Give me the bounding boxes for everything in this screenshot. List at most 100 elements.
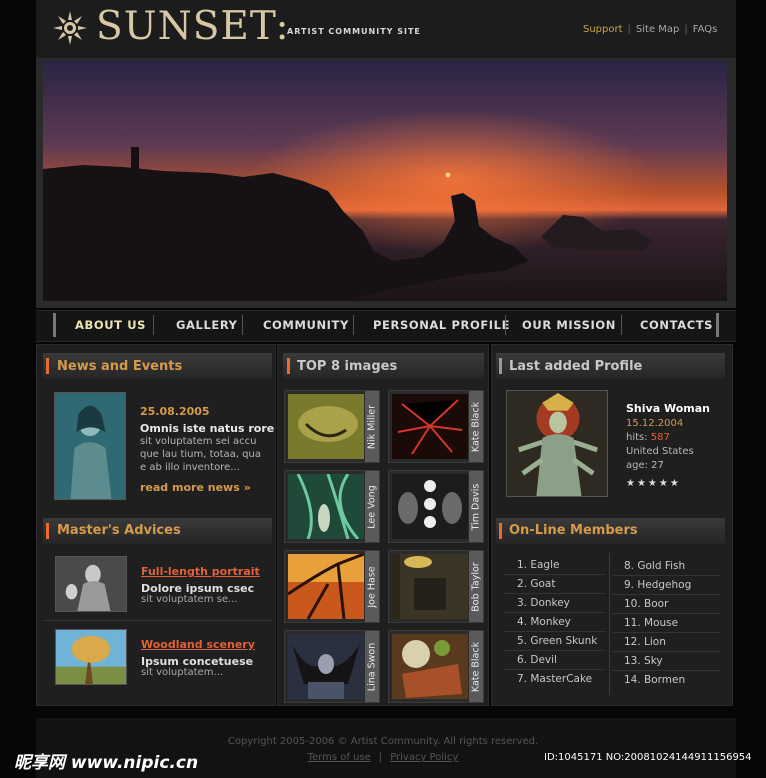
top-image-card[interactable]: Kate Black — [388, 390, 484, 463]
member-item[interactable]: 5. Green Skunk — [504, 632, 606, 651]
member-item[interactable]: 7. MasterCake — [504, 670, 606, 689]
news-title: News and Events — [57, 359, 183, 374]
top-image — [288, 554, 364, 619]
section-marker — [46, 523, 49, 539]
top-image — [288, 474, 364, 539]
advice-image-portrait[interactable] — [55, 556, 127, 612]
member-item[interactable]: 10. Boor — [612, 595, 720, 614]
copyright-text: Copyright 2005-2006 © Artist Community. … — [227, 736, 539, 747]
sun-logo-icon — [53, 11, 87, 45]
advices-title: Master's Advices — [57, 523, 181, 538]
profile-title: Last added Profile — [509, 359, 643, 374]
top-image — [288, 634, 364, 699]
site-tagline: ARTIST COMMUNITY SITE — [287, 27, 421, 36]
nav-gallery[interactable]: GALLERY — [176, 318, 238, 332]
nav-divider — [353, 315, 354, 335]
top-image — [288, 394, 364, 459]
profile-hits-value: 587 — [650, 432, 670, 443]
member-item[interactable]: 3. Donkey — [504, 594, 606, 613]
nav-about-us[interactable]: ABOUT US — [75, 318, 146, 332]
news-body-line: que lau tium, totaa, qua — [140, 449, 261, 460]
profile-date: 15.12.2004 — [626, 418, 684, 429]
top-images-title: TOP 8 images — [297, 359, 398, 374]
member-item[interactable]: 4. Monkey — [504, 613, 606, 632]
artist-name: Tim Davis — [470, 483, 482, 530]
watermark-right: ID:1045171 NO:20081024144911156954 — [544, 752, 752, 763]
news-body-line: sit voluptatem sei accu — [140, 436, 257, 447]
artist-name: Kate Black — [470, 641, 482, 692]
member-item[interactable]: 1. Eagle — [504, 556, 606, 575]
terms-of-use-link[interactable]: Terms of use — [308, 752, 371, 763]
news-headline[interactable]: Omnis iste natus rore — [140, 422, 274, 435]
members-title: On-Line Members — [509, 523, 638, 538]
top-links: Support | Site Map | FAQs — [583, 24, 718, 35]
watermark-left: 昵享网 www.nipic.cn — [14, 753, 199, 773]
advice-body: sit voluptatem... — [141, 667, 223, 678]
top-image — [392, 474, 468, 539]
nav-contacts[interactable]: CONTACTS — [640, 318, 713, 332]
divider — [43, 620, 272, 621]
nav-bar-right — [716, 313, 719, 337]
top-image-card[interactable]: Lina Swon — [284, 630, 380, 703]
member-item[interactable]: 9. Hedgehog — [612, 576, 720, 595]
read-more-news-link[interactable]: read more news » — [140, 481, 251, 494]
top-image-card[interactable]: Kate Black — [388, 630, 484, 703]
top-image — [392, 394, 468, 459]
member-item[interactable]: 8. Gold Fish — [612, 557, 720, 576]
artist-name: Joe Hase — [366, 565, 378, 608]
profile-hits-label: hits: — [626, 432, 651, 443]
top-image-card[interactable]: Lee Vong — [284, 470, 380, 543]
section-marker — [46, 358, 49, 374]
section-marker — [499, 523, 502, 539]
nav-bar-left — [53, 313, 56, 337]
nav-divider — [153, 315, 154, 335]
sunset-hero-image — [43, 61, 727, 301]
top-image-card[interactable]: Tim Davis — [388, 470, 484, 543]
news-body-line: e ab illo inventore... — [140, 462, 240, 473]
top-image-card[interactable]: Bob Taylor — [388, 550, 484, 623]
artist-name: Lina Swon — [366, 642, 378, 691]
member-item[interactable]: 12. Lion — [612, 633, 720, 652]
nav-divider — [505, 315, 506, 335]
profile-hits: hits: 587 — [626, 431, 670, 445]
news-date: 25.08.2005 — [140, 405, 210, 418]
news-image[interactable] — [54, 392, 126, 500]
members-list-right: 8. Gold Fish 9. Hedgehog 10. Boor 11. Mo… — [612, 557, 720, 690]
section-marker — [287, 358, 290, 374]
member-item[interactable]: 11. Mouse — [612, 614, 720, 633]
top-image — [392, 554, 468, 619]
nav-personal-profile[interactable]: PERSONAL PROFILE — [373, 318, 510, 332]
nav-divider — [621, 315, 622, 335]
member-item[interactable]: 2. Goat — [504, 575, 606, 594]
nav-community[interactable]: COMMUNITY — [263, 318, 349, 332]
artist-name: Bob Taylor — [470, 561, 482, 612]
advice-image-woodland[interactable] — [55, 629, 127, 685]
advice-body: sit voluptatem se... — [141, 594, 238, 605]
top-image-card[interactable]: Joe Hase — [284, 550, 380, 623]
advice-title[interactable]: Full-length portrait — [141, 565, 260, 578]
member-item[interactable]: 6. Devil — [504, 651, 606, 670]
members-list-left: 1. Eagle 2. Goat 3. Donkey 4. Monkey 5. … — [504, 556, 606, 689]
nav-our-mission[interactable]: OUR MISSION — [522, 318, 616, 332]
top-image-card[interactable]: Nik Miller — [284, 390, 380, 463]
privacy-policy-link[interactable]: Privacy Policy — [390, 752, 458, 763]
section-marker — [499, 358, 502, 374]
site-logo[interactable]: SUNSET: — [96, 4, 290, 49]
profile-name[interactable]: Shiva Woman — [626, 402, 710, 415]
faqs-link[interactable]: FAQs — [693, 24, 718, 35]
profile-country: United States — [626, 446, 694, 457]
artist-name: Lee Vong — [366, 484, 378, 529]
member-item[interactable]: 14. Bormen — [612, 671, 720, 690]
member-item[interactable]: 13. Sky — [612, 652, 720, 671]
profile-age: age: 27 — [626, 460, 664, 471]
members-divider — [609, 553, 610, 695]
nav-divider — [242, 315, 243, 335]
rating-stars-icon: ★★★★★ — [626, 478, 681, 489]
artist-name: Nik Miller — [366, 404, 378, 449]
support-link[interactable]: Support — [583, 24, 623, 35]
top-image — [392, 634, 468, 699]
artist-name: Kate Black — [470, 401, 482, 452]
profile-image[interactable] — [506, 390, 608, 497]
site-map-link[interactable]: Site Map — [636, 24, 679, 35]
advice-title[interactable]: Woodland scenery — [141, 638, 255, 651]
